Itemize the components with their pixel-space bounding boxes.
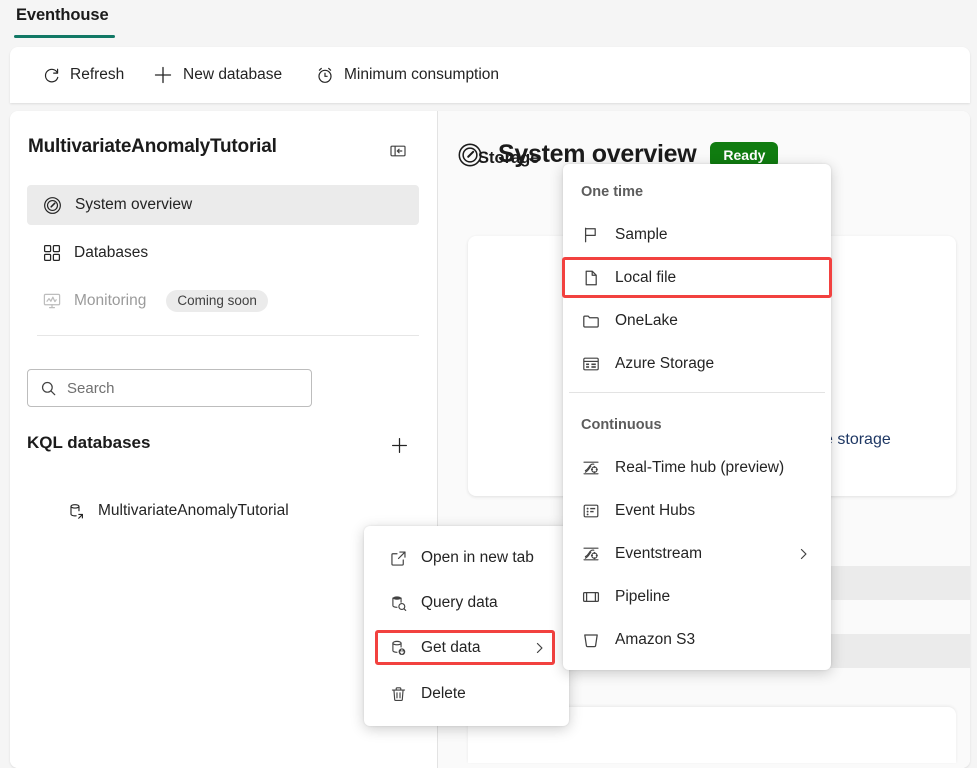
open-in-new-tab-icon (389, 549, 408, 568)
sidebar-item-system-overview[interactable]: System overview (27, 185, 419, 225)
submenu-item-eventstream[interactable]: Eventstream (569, 534, 825, 574)
sidebar-item-label: Databases (74, 244, 149, 262)
submenu-item-pipeline[interactable]: Pipeline (569, 577, 825, 617)
document-icon (581, 268, 601, 288)
search-box[interactable] (27, 369, 312, 407)
pipeline-icon (581, 587, 601, 607)
submenu-section-continuous: Continuous (581, 417, 662, 433)
menu-item-get-data[interactable]: Get data (372, 628, 561, 668)
submenu-item-label: Eventstream (615, 545, 703, 562)
submenu-item-label: OneLake (615, 312, 678, 329)
flag-icon (581, 225, 601, 245)
menu-item-label: Get data (421, 639, 481, 656)
plus-icon (152, 64, 174, 86)
kql-database-item[interactable]: MultivariateAnomalyTutorial (27, 493, 419, 529)
menu-item-query-data[interactable]: Query data (372, 583, 561, 623)
submenu-item-label: Azure Storage (615, 355, 715, 372)
sidebar-item-label: Monitoring (74, 292, 147, 310)
add-kql-database-button[interactable] (385, 431, 413, 459)
submenu-item-label: Pipeline (615, 588, 671, 605)
trash-icon (389, 685, 408, 704)
collapse-sidebar-button[interactable] (385, 138, 411, 164)
minimum-consumption-label: Minimum consumption (344, 66, 500, 83)
eventstream-icon (581, 544, 601, 564)
submenu-section-one-time: One time (581, 184, 644, 200)
refresh-label: Refresh (70, 66, 125, 83)
sidebar-item-monitoring: Monitoring Coming soon (27, 281, 419, 321)
submenu-item-sample[interactable]: Sample (569, 215, 825, 255)
kql-databases-header: KQL databases (27, 433, 151, 452)
minimum-consumption-button[interactable]: Minimum consumption (315, 47, 499, 103)
amazon-s3-icon (581, 630, 601, 650)
tab-eventhouse[interactable]: Eventhouse (16, 6, 109, 25)
submenu-divider (569, 392, 825, 393)
submenu-item-onelake[interactable]: OneLake (569, 301, 825, 341)
collapse-panel-icon (389, 142, 407, 160)
grid-icon (42, 243, 62, 263)
kql-database-label: MultivariateAnomalyTutorial (98, 502, 289, 519)
submenu-item-label: Real-Time hub (preview) (615, 459, 785, 476)
chevron-right-icon (532, 641, 547, 656)
sidebar-divider (37, 335, 419, 336)
gauge-icon (42, 195, 63, 216)
alarm-clock-icon (315, 65, 335, 85)
storage-card-title: Storage (478, 149, 540, 167)
search-input[interactable] (67, 379, 282, 397)
search-icon (40, 380, 57, 397)
submenu-item-local-file[interactable]: Local file (569, 258, 825, 298)
monitor-chart-icon (42, 291, 62, 311)
get-data-icon (389, 639, 408, 658)
submenu-item-label: Local file (615, 269, 677, 286)
tab-strip: Eventhouse (0, 0, 977, 47)
submenu-item-label: Sample (615, 226, 668, 243)
menu-item-open-in-new-tab[interactable]: Open in new tab (372, 538, 561, 578)
menu-item-label: Open in new tab (421, 549, 534, 566)
real-time-hub-icon (581, 458, 601, 478)
submenu-item-label: Event Hubs (615, 502, 696, 519)
submenu-item-label: Amazon S3 (615, 631, 696, 648)
menu-item-delete[interactable]: Delete (372, 674, 561, 714)
chevron-right-icon (796, 547, 811, 562)
toolbar: Refresh New database Minimum consumption (10, 47, 970, 103)
folder-icon (581, 311, 601, 331)
coming-soon-badge: Coming soon (166, 290, 268, 312)
submenu-item-azure-storage[interactable]: Azure Storage (569, 344, 825, 384)
database-context-menu: Open in new tab Query data Get data Dele… (364, 526, 569, 726)
submenu-item-event-hubs[interactable]: Event Hubs (569, 491, 825, 531)
refresh-icon (42, 66, 61, 85)
refresh-button[interactable]: Refresh (42, 47, 124, 103)
database-shortcut-icon (67, 502, 86, 521)
get-data-submenu: One time Sample Local file OneLake Azure… (563, 164, 831, 670)
submenu-item-real-time-hub[interactable]: Real-Time hub (preview) (569, 448, 825, 488)
plus-icon (389, 435, 410, 456)
query-data-icon (389, 594, 408, 613)
azure-storage-icon (581, 354, 601, 374)
new-database-label: New database (183, 66, 283, 83)
event-hubs-icon (581, 501, 601, 521)
sidebar-item-label: System overview (75, 196, 193, 214)
menu-item-label: Query data (421, 594, 498, 611)
sidebar-title: MultivariateAnomalyTutorial (28, 136, 277, 157)
menu-item-label: Delete (421, 685, 466, 702)
sidebar-item-databases[interactable]: Databases (27, 233, 419, 273)
tab-active-underline (14, 35, 115, 38)
new-database-button[interactable]: New database (152, 47, 282, 103)
submenu-item-amazon-s3[interactable]: Amazon S3 (569, 620, 825, 660)
